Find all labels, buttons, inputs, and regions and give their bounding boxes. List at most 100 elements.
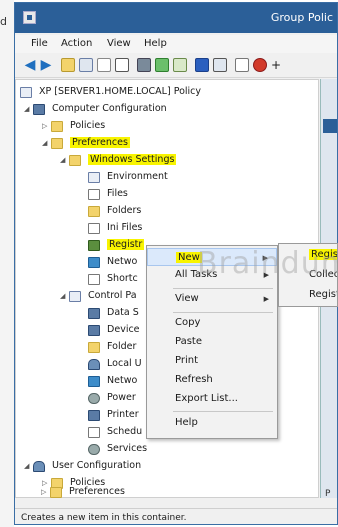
ctx-view[interactable]: View ▶: [147, 290, 277, 308]
tree-folder-options[interactable]: Folder: [88, 339, 136, 355]
collapse-icon[interactable]: ◢: [60, 288, 69, 304]
menu-action[interactable]: Action: [61, 38, 92, 49]
tree-devices-label: Device: [107, 324, 140, 335]
tree-windows-settings-label: Windows Settings: [88, 154, 177, 165]
copy-icon[interactable]: [97, 58, 111, 72]
network-shares-icon: [88, 256, 100, 268]
ctx-all-tasks[interactable]: All Tasks ▶: [147, 266, 277, 284]
help-icon[interactable]: [195, 58, 209, 72]
tree-policies[interactable]: ▷ Policies: [42, 118, 105, 134]
submenu-arrow-icon: ▶: [263, 295, 269, 303]
network-options-icon: [88, 375, 100, 387]
scheduled-tasks-icon: [88, 426, 100, 438]
ctx-export-list[interactable]: Export List...: [147, 390, 277, 408]
tree-registry[interactable]: Registr: [88, 237, 145, 253]
tree-data-sources[interactable]: Data S: [88, 305, 139, 321]
files-icon: [88, 188, 100, 200]
tree-network-shares-label: Netwo: [107, 256, 138, 267]
export-icon[interactable]: [173, 58, 187, 72]
tree-power-options[interactable]: Power: [88, 390, 136, 406]
tree-services[interactable]: Services: [88, 441, 147, 457]
data-sources-icon: [88, 307, 100, 319]
stop-icon[interactable]: [253, 58, 267, 72]
app-icon: [23, 11, 36, 24]
properties-icon[interactable]: [213, 58, 227, 72]
tree-folders[interactable]: Folders: [88, 203, 141, 219]
tree-user-config[interactable]: ◢ User Configuration: [24, 458, 141, 474]
back-arrow-icon[interactable]: ◀: [23, 58, 37, 72]
sub-registry-wizard[interactable]: Registry Wizard: [279, 286, 337, 304]
expand-icon[interactable]: ▷: [42, 118, 51, 134]
policy-icon: [20, 86, 32, 98]
ctx-refresh[interactable]: Refresh: [147, 371, 277, 389]
details-tab[interactable]: P: [325, 489, 330, 499]
collapse-icon[interactable]: ◢: [24, 101, 33, 117]
tree-local-users[interactable]: Local U: [88, 356, 142, 372]
collapse-icon[interactable]: ◢: [42, 135, 51, 151]
tree-control-panel[interactable]: ◢ Control Pa: [60, 288, 137, 304]
tree-user-preferences-label: Preferences: [69, 486, 125, 497]
refresh-icon[interactable]: [155, 58, 169, 72]
folder-options-icon: [88, 341, 100, 353]
tree-files[interactable]: Files: [88, 186, 128, 202]
sub-collection-item[interactable]: Collection Item: [279, 266, 337, 284]
collapse-icon[interactable]: ◢: [60, 152, 69, 168]
tree-user-preferences[interactable]: ▷ Preferences: [41, 484, 125, 500]
filter-icon[interactable]: [235, 58, 249, 72]
sub-registry-item[interactable]: Registry Item: [279, 246, 337, 264]
tree-printers[interactable]: Printer: [88, 407, 139, 423]
menu-view[interactable]: View: [107, 38, 131, 49]
ctx-help[interactable]: Help: [147, 414, 277, 432]
delete-icon[interactable]: [115, 58, 129, 72]
title-bar: Group Polic: [15, 3, 337, 33]
tree-network-options-label: Netwo: [107, 375, 138, 386]
expand-icon[interactable]: ▷: [41, 484, 50, 500]
ctx-print[interactable]: Print: [147, 352, 277, 370]
tree-policies-label: Policies: [70, 120, 106, 131]
computer-icon: [33, 103, 45, 115]
ctx-new[interactable]: New ▶: [147, 248, 277, 266]
tree-computer-config[interactable]: ◢ Computer Configuration: [24, 101, 167, 117]
menu-file[interactable]: File: [31, 38, 48, 49]
up-folder-icon[interactable]: [61, 58, 75, 72]
tree-network-shares[interactable]: Netwo: [88, 254, 137, 270]
menu-bar: File Action View Help: [15, 35, 337, 53]
context-menu: New ▶ All Tasks ▶ View ▶ Copy Paste Prin…: [146, 245, 278, 439]
tree-network-options[interactable]: Netwo: [88, 373, 137, 389]
tree-power-options-label: Power: [107, 392, 136, 403]
print-icon[interactable]: [137, 58, 151, 72]
tree-control-panel-label: Control Pa: [88, 290, 137, 301]
ctx-copy[interactable]: Copy: [147, 314, 277, 332]
status-bar: Creates a new item in this container.: [15, 508, 337, 524]
more-icon[interactable]: +: [271, 58, 285, 72]
tree-shortcuts-label: Shortc: [107, 273, 138, 284]
show-tree-icon[interactable]: [79, 58, 93, 72]
control-panel-icon: [69, 290, 81, 302]
tree-environment-label: Environment: [107, 171, 168, 182]
collapse-icon[interactable]: ◢: [24, 458, 33, 474]
tree-folder-options-label: Folder: [107, 341, 137, 352]
tree-preferences-label: Preferences: [70, 137, 130, 148]
left-edge-strip: d: [0, 0, 14, 527]
tree-local-users-label: Local U: [107, 358, 142, 369]
tree-environment[interactable]: Environment: [88, 169, 168, 185]
menu-divider: [173, 288, 273, 289]
tree-printers-label: Printer: [107, 409, 139, 420]
menu-divider: [173, 411, 273, 412]
window-title: Group Polic: [270, 11, 333, 24]
tree-preferences[interactable]: ◢ Preferences: [42, 135, 130, 151]
ctx-all-tasks-label: All Tasks: [175, 269, 218, 280]
tree-ini-files[interactable]: Ini Files: [88, 220, 142, 236]
submenu-arrow-icon: ▶: [263, 271, 269, 279]
tree-scheduled-tasks[interactable]: Schedu: [88, 424, 142, 440]
tree-shortcuts[interactable]: Shortc: [88, 271, 138, 287]
ctx-paste[interactable]: Paste: [147, 333, 277, 351]
menu-help[interactable]: Help: [144, 38, 167, 49]
folder-icon: [69, 154, 81, 166]
tree-user-config-label: User Configuration: [52, 460, 142, 471]
tree-windows-settings[interactable]: ◢ Windows Settings: [60, 152, 177, 168]
submenu-arrow-icon: ▶: [262, 254, 268, 262]
tree-devices[interactable]: Device: [88, 322, 140, 338]
tree-root[interactable]: XP [SERVER1.HOME.LOCAL] Policy: [20, 84, 201, 100]
forward-arrow-icon[interactable]: ▶: [39, 58, 53, 72]
